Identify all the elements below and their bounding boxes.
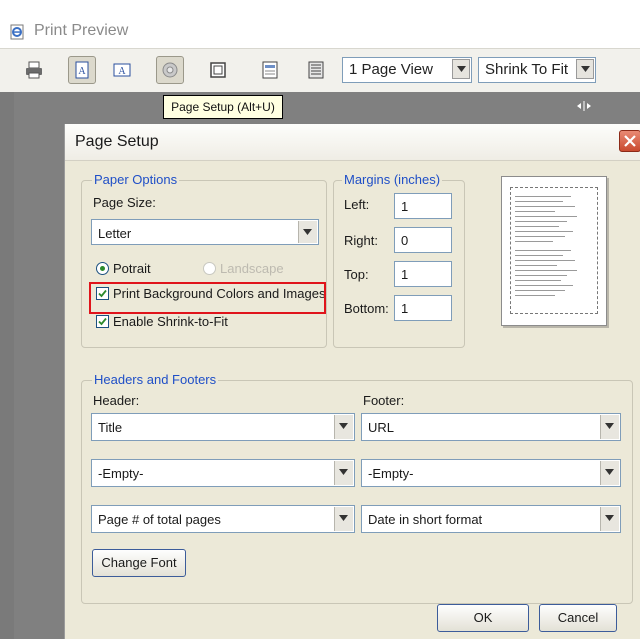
close-button[interactable] — [619, 130, 640, 152]
chevron-down-icon[interactable] — [576, 59, 594, 79]
header-value-2: -Empty- — [98, 466, 144, 481]
bottom-margin-value: 1 — [401, 301, 409, 316]
svg-text:A: A — [78, 66, 86, 77]
footer-value-2: -Empty- — [368, 466, 414, 481]
shrink-to-fit-checkbox[interactable] — [96, 315, 109, 328]
portrait-button[interactable]: A — [68, 56, 96, 84]
chevron-down-icon[interactable] — [334, 507, 353, 531]
landscape-label: Landscape — [220, 261, 284, 276]
left-margin-label: Left: — [344, 197, 370, 212]
chevron-down-icon[interactable] — [452, 59, 470, 79]
paper-options-legend: Paper Options — [92, 172, 180, 187]
header-select-2[interactable]: -Empty- — [91, 459, 355, 487]
chevron-down-icon[interactable] — [600, 461, 619, 485]
chevron-down-icon[interactable] — [334, 461, 353, 485]
page-preview-thumbnail — [501, 176, 607, 326]
paper-options-group: Paper Options Page Size: Letter Potrait … — [81, 172, 327, 348]
preview-left-edge — [0, 92, 14, 639]
ok-button[interactable]: OK — [437, 604, 529, 632]
svg-text:A: A — [118, 66, 126, 77]
move-cursor-icon — [576, 99, 592, 113]
print-preview-titlebar: Print Preview — [0, 18, 640, 46]
footer-label: Footer: — [363, 393, 405, 408]
shrink-to-fit-label: Enable Shrink-to-Fit — [113, 314, 228, 329]
dialog-title: Page Setup — [75, 133, 159, 150]
cancel-button[interactable]: Cancel — [539, 604, 617, 632]
change-font-button[interactable]: Change Font — [92, 549, 186, 577]
page-view-value: 1 Page View — [349, 61, 433, 78]
full-page-button[interactable] — [302, 56, 330, 84]
landscape-radio[interactable] — [203, 262, 216, 275]
top-margin-input[interactable]: 1 — [394, 261, 452, 287]
page-setup-dialog: Page Setup Paper Options Page Size: Lett… — [64, 124, 640, 639]
portrait-radio[interactable] — [96, 262, 109, 275]
page-size-label: Page Size: — [93, 195, 156, 210]
margins-group: Margins (inches) Left: 1 Right: 0 Top: 1… — [333, 172, 465, 348]
right-margin-value: 0 — [401, 233, 409, 248]
top-margin-value: 1 — [401, 267, 409, 282]
footer-select-3[interactable]: Date in short format — [361, 505, 621, 533]
headers-footers-legend: Headers and Footers — [92, 372, 219, 387]
margins-legend: Margins (inches) — [342, 172, 443, 187]
footer-select-1[interactable]: URL — [361, 413, 621, 441]
footer-value-3: Date in short format — [368, 512, 483, 527]
bottom-margin-input[interactable]: 1 — [394, 295, 452, 321]
right-margin-input[interactable]: 0 — [394, 227, 452, 253]
landscape-button[interactable]: A — [108, 56, 136, 84]
page-view-select[interactable]: 1 Page View — [342, 57, 472, 83]
print-button[interactable] — [20, 56, 48, 84]
footer-value-1: URL — [368, 420, 395, 435]
bottom-margin-label: Bottom: — [344, 301, 389, 316]
tooltip: Page Setup (Alt+U) — [163, 95, 283, 119]
margin-outline — [510, 187, 598, 314]
chevron-down-icon[interactable] — [600, 507, 619, 531]
header-label: Header: — [93, 393, 140, 408]
page-size-select[interactable]: Letter — [91, 219, 319, 245]
chevron-down-icon[interactable] — [334, 415, 353, 439]
window-title: Print Preview — [34, 22, 129, 39]
headers-footers-button[interactable] — [256, 56, 284, 84]
header-value-1: Title — [98, 420, 123, 435]
red-highlight-box — [89, 282, 326, 314]
scale-select[interactable]: Shrink To Fit — [478, 57, 596, 83]
footer-select-2[interactable]: -Empty- — [361, 459, 621, 487]
page-size-value: Letter — [98, 226, 132, 241]
print-preview-toolbar: A A 1 Page View Shrink To Fit — [0, 48, 640, 93]
page-setup-button[interactable] — [156, 56, 184, 84]
right-margin-label: Right: — [344, 233, 378, 248]
left-margin-value: 1 — [401, 199, 409, 214]
dialog-titlebar: Page Setup — [65, 124, 640, 161]
scale-value: Shrink To Fit — [485, 61, 569, 78]
portrait-label: Potrait — [113, 261, 151, 276]
chevron-down-icon[interactable] — [600, 415, 619, 439]
chevron-down-icon[interactable] — [298, 221, 317, 243]
headers-footers-group: Headers and Footers Header: Footer: Titl… — [81, 372, 633, 604]
full-width-button[interactable] — [204, 56, 232, 84]
header-select-1[interactable]: Title — [91, 413, 355, 441]
top-margin-label: Top: — [344, 267, 369, 282]
left-margin-input[interactable]: 1 — [394, 193, 452, 219]
header-value-3: Page # of total pages — [98, 512, 221, 527]
ie-page-icon — [10, 24, 26, 40]
header-select-3[interactable]: Page # of total pages — [91, 505, 355, 533]
